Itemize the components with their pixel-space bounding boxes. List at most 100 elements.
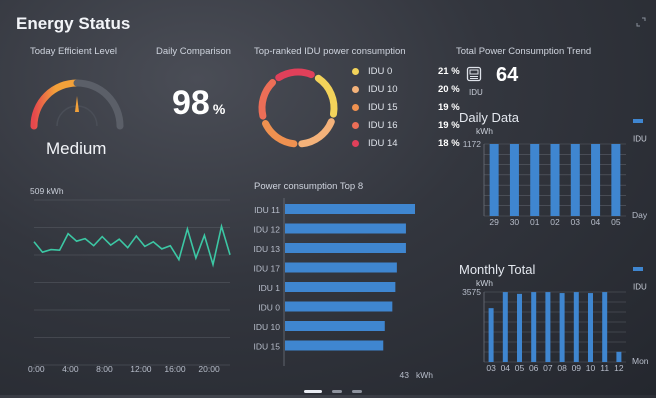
category-label: IDU 17 xyxy=(254,264,281,274)
x-tick-label: 4:00 xyxy=(62,364,79,374)
line-chart-ymax: 509 kWh xyxy=(30,186,64,196)
page-title: Energy Status xyxy=(16,14,131,33)
x-tick-label: 05 xyxy=(611,217,621,227)
x-tick-label: 11 xyxy=(600,363,609,373)
idu-count: 64 xyxy=(496,64,519,86)
bar xyxy=(285,223,406,234)
monthly-bar-chart: 3575 03 04 05 06 07 08 09 10 11 12 Mon xyxy=(462,287,649,373)
top-ranked-legend: IDU 0 21 % IDU 10 20 % IDU 15 19 % IDU 16 19 % I… xyxy=(352,66,460,156)
top-ranked-title: Top-ranked IDU power consumption xyxy=(254,46,406,57)
x-tick-label: 03 xyxy=(486,363,496,373)
top8-bar-chart: IDU 11 IDU 12 IDU 13 IDU 17 IDU 1 IDU 0 IDU 10… xyxy=(254,198,433,380)
bar xyxy=(570,144,580,216)
x-tick-label: 07 xyxy=(543,363,553,373)
expand-icon[interactable] xyxy=(636,14,646,27)
x-tick-label: 16:00 xyxy=(164,364,186,374)
efficiency-title: Today Efficient Level xyxy=(30,46,117,57)
x-tick-label: 29 xyxy=(489,217,499,227)
daily-bar-chart: 1172 29 30 01 02 03 04 05 Day xyxy=(463,139,648,227)
gauge-track-arc xyxy=(73,79,124,130)
bar xyxy=(285,262,397,273)
gauge-needle xyxy=(75,96,79,112)
x-tick-label: 05 xyxy=(515,363,525,373)
x-tick-label: 12 xyxy=(614,363,624,373)
donut-slice-3 xyxy=(258,79,277,120)
bar xyxy=(488,308,494,362)
legend-label: IDU 10 xyxy=(368,84,398,95)
legend-item: IDU 0 21 % xyxy=(352,66,460,77)
bar xyxy=(285,301,393,312)
bar xyxy=(489,144,499,216)
donut-slice-0 xyxy=(314,74,338,118)
idu-count-label: IDU xyxy=(469,88,483,97)
x-tick-label: 12:00 xyxy=(130,364,152,374)
page-dot[interactable] xyxy=(332,390,342,393)
air-conditioner-icon xyxy=(466,66,482,87)
category-label: IDU 15 xyxy=(254,342,281,352)
legend-item: IDU 15 19 % xyxy=(352,102,460,113)
donut-slice-4 xyxy=(275,68,315,82)
bar xyxy=(550,144,560,216)
hourly-line-chart: 0:00 4:00 8:00 12:00 16:00 20:00 xyxy=(28,199,231,374)
x-tick-label: 20:00 xyxy=(198,364,220,374)
x-tick-label: 0:00 xyxy=(28,364,45,374)
gauge-fill-arc xyxy=(30,79,81,130)
top-ranked-donut xyxy=(258,68,338,148)
bar xyxy=(573,292,579,362)
bar xyxy=(531,292,537,362)
bar xyxy=(530,144,540,216)
daily-comparison-value: 98% xyxy=(172,84,226,122)
bar xyxy=(285,204,415,214)
donut-slice-2 xyxy=(262,120,298,148)
x-max-label: 43 xyxy=(400,370,410,380)
legend-label: IDU 16 xyxy=(368,120,398,131)
bar xyxy=(502,292,508,362)
category-label: IDU 11 xyxy=(254,205,280,215)
donut-slice-1 xyxy=(298,118,335,148)
x-tick-label: 02 xyxy=(550,217,560,227)
x-axis-name: Mon xyxy=(632,356,649,366)
x-tick-label: 08 xyxy=(557,363,567,373)
category-label: IDU 13 xyxy=(254,244,281,254)
x-tick-label: 06 xyxy=(529,363,539,373)
legend-label: IDU 14 xyxy=(368,138,398,149)
legend-pct: 21 % xyxy=(438,66,460,77)
bar xyxy=(285,282,396,292)
legend-pct: 19 % xyxy=(438,102,460,113)
x-tick-label: 30 xyxy=(510,217,520,227)
page-dot[interactable] xyxy=(352,390,362,393)
legend-label: IDU 15 xyxy=(368,102,398,113)
category-label: IDU 12 xyxy=(254,225,281,235)
category-label: IDU 0 xyxy=(258,303,280,313)
y-max-label: 3575 xyxy=(462,287,481,297)
x-tick-label: 8:00 xyxy=(96,364,113,374)
bar xyxy=(591,144,601,216)
bar xyxy=(285,321,385,331)
bar xyxy=(588,293,593,362)
bar xyxy=(602,292,608,362)
x-tick-label: 10 xyxy=(586,363,596,373)
bar xyxy=(517,293,522,362)
bar xyxy=(616,351,622,362)
x-tick-label: 01 xyxy=(530,217,540,227)
line-series xyxy=(33,223,231,268)
legend-item: IDU 10 20 % xyxy=(352,84,460,95)
bar xyxy=(611,144,621,216)
legend-dot xyxy=(352,121,359,129)
category-label: IDU 10 xyxy=(254,322,281,332)
daily-data-title: Daily Data xyxy=(459,110,519,125)
efficiency-gauge xyxy=(30,79,124,130)
page-indicator[interactable] xyxy=(304,380,372,398)
x-tick-label: 04 xyxy=(591,217,601,227)
daily-comparison-unit: % xyxy=(212,101,226,117)
page-dot-active[interactable] xyxy=(304,390,322,393)
legend-dot xyxy=(352,85,359,93)
y-max-label: 1172 xyxy=(463,139,482,149)
legend-pct: 20 % xyxy=(438,84,460,95)
top8-unit-text: kWh xyxy=(416,370,433,380)
legend-dot xyxy=(352,103,359,111)
bar xyxy=(509,144,519,216)
bar xyxy=(285,340,384,351)
efficiency-level: Medium xyxy=(46,139,107,158)
top8-title: Power consumption Top 8 xyxy=(254,181,364,192)
